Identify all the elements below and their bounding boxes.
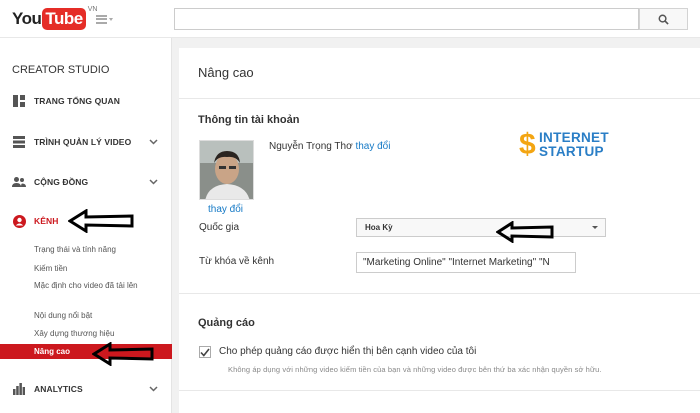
allow-ads-checkbox[interactable] [199,346,211,358]
ads-heading: Quảng cáo [198,317,255,329]
dollar-icon: $ [519,128,536,161]
sidebar-item-label: KÊNH [34,216,59,226]
community-icon [12,175,26,189]
guide-menu-button[interactable] [96,12,118,26]
sidebar-subitem-branding[interactable]: Xây dựng thương hiệu [0,328,172,339]
change-name-link[interactable]: thay đổi [355,141,390,152]
sidebar-item-analytics[interactable]: ANALYTICS [0,376,172,402]
top-bar: You Tube VN [0,0,700,38]
checkmark-icon [200,348,210,357]
allow-ads-label: Cho phép quảng cáo được hiển thị bên cạn… [219,346,477,357]
video-manager-icon [12,135,26,149]
divider [179,293,700,294]
sidebar-subitem-featured-content[interactable]: Nội dung nổi bật [0,310,172,321]
annotation-arrow-icon [68,209,134,233]
brand-line-2: STARTUP [539,144,604,159]
chevron-down-icon [148,137,158,147]
owner-name-row: Nguyễn Trọng Thơ thay đổi [269,141,390,152]
caret-down-icon [592,226,598,229]
annotation-arrow-icon [496,221,554,243]
chevron-down-icon [148,177,158,187]
sidebar-item-label: TRANG TỔNG QUAN [34,96,121,106]
youtube-logo[interactable]: You Tube VN [12,6,97,30]
sidebar-subitem-status-features[interactable]: Trạng thái và tính năng [0,244,172,255]
sidebar-subitem-upload-defaults[interactable]: Mặc định cho video đã tải lên [0,280,172,291]
brand-line-1: INTERNET [539,130,609,145]
channel-icon [12,214,26,228]
country-select[interactable]: Hoa Kỳ [356,218,606,237]
country-value: Hoa Kỳ [365,223,393,232]
sidebar-item-label: CỘNG ĐỒNG [34,177,89,187]
channel-keywords-input[interactable] [356,252,576,273]
change-avatar-link[interactable]: thay đổi [208,204,243,215]
sidebar-item-dashboard[interactable]: TRANG TỔNG QUAN [0,88,172,114]
chevron-down-icon [148,384,158,394]
annotation-arrow-icon [92,342,154,366]
divider [179,390,700,391]
logo-you-text: You [12,9,42,28]
ads-note: Không áp dụng với những video kiếm tiền … [228,365,602,374]
caret-down-icon [109,17,113,21]
owner-name: Nguyễn Trọng Thơ [269,141,353,152]
page-title: Nâng cao [198,65,254,80]
avatar [199,140,254,200]
sidebar-item-label: ANALYTICS [34,384,83,394]
menu-icon [96,14,107,24]
search-input[interactable] [174,8,639,30]
logo-tube-text: Tube [42,8,86,30]
search-button[interactable] [639,8,688,30]
sidebar-subitem-monetization[interactable]: Kiếm tiền [0,263,172,274]
divider [179,98,700,99]
sidebar-item-community[interactable]: CỘNG ĐỒNG [0,169,172,195]
creator-studio-title: CREATOR STUDIO [12,64,110,76]
internet-startup-logo: $ INTERNET STARTUP [519,128,629,164]
sidebar-item-video-manager[interactable]: TRÌNH QUẢN LÝ VIDEO [0,129,172,155]
sidebar-item-label: TRÌNH QUẢN LÝ VIDEO [34,137,132,147]
analytics-icon [12,382,26,396]
search-icon [658,14,669,25]
dashboard-icon [12,94,26,108]
account-info-heading: Thông tin tài khoản [198,114,300,126]
keywords-label: Từ khóa về kênh [199,256,275,267]
country-label: Quốc gia [199,222,240,233]
main-panel: Nâng cao Thông tin tài khoản Nguyễn Trọn… [179,48,700,413]
